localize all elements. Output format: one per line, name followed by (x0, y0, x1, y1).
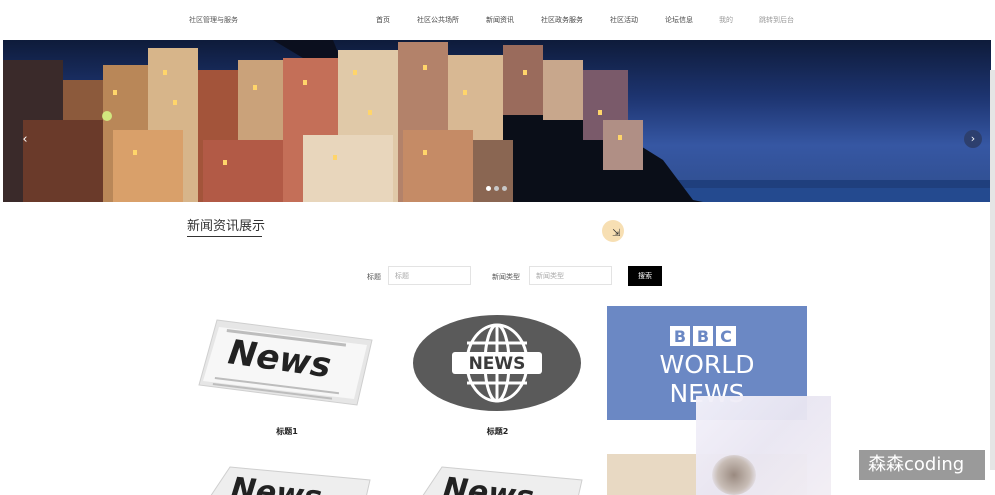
title-search-label: 标题 (367, 273, 381, 281)
news-card-image: News (200, 462, 375, 495)
news-card[interactable]: News (200, 462, 375, 495)
watermark: 森森coding (859, 450, 985, 480)
site-title[interactable]: 社区管理与服务 (189, 15, 238, 25)
carousel-dot[interactable] (502, 186, 507, 191)
svg-text:B: B (697, 327, 709, 346)
carousel-prev-icon[interactable]: ‹ (17, 132, 33, 148)
carousel-indicators (486, 186, 507, 191)
top-navbar: 社区管理与服务 首页 社区公共场所 新闻资讯 社区政务服务 社区活动 论坛信息 … (0, 0, 995, 40)
nav-gov-services[interactable]: 社区政务服务 (541, 15, 583, 25)
search-button[interactable]: 搜索 (628, 266, 662, 286)
news-card-image: News (412, 462, 587, 495)
news-card[interactable]: News (412, 462, 587, 495)
nav-news[interactable]: 新闻资讯 (486, 15, 514, 25)
nav-public-places[interactable]: 社区公共场所 (417, 15, 459, 25)
carousel-next-icon[interactable]: › (964, 130, 982, 148)
type-search-input[interactable] (529, 266, 612, 285)
svg-text:NEWS: NEWS (469, 354, 526, 374)
section-underline (187, 236, 262, 237)
banner-image (3, 40, 991, 202)
news-card-image: NEWS (400, 305, 595, 420)
news-card-title[interactable]: 标题2 (400, 426, 595, 437)
svg-text:C: C (720, 327, 732, 346)
nav-admin[interactable]: 跳转到后台 (759, 15, 794, 25)
banner-carousel: ‹ › (3, 40, 991, 202)
nav-mine[interactable]: 我的 (719, 15, 733, 25)
news-card-title[interactable]: 标题1 (187, 426, 387, 437)
page-scrollbar[interactable] (990, 70, 995, 470)
type-search-label: 新闻类型 (492, 273, 520, 281)
bbc-world-text: WORLD (660, 350, 755, 379)
carousel-dot[interactable] (486, 186, 491, 191)
carousel-dot[interactable] (494, 186, 499, 191)
nav-forum[interactable]: 论坛信息 (665, 15, 693, 25)
mouse-cursor-icon: ⇲ (612, 228, 621, 239)
news-card[interactable]: News 标题1 (187, 305, 387, 440)
news-card[interactable]: NEWS 标题2 (400, 305, 595, 440)
title-search-input[interactable] (388, 266, 471, 285)
nav-activities[interactable]: 社区活动 (610, 15, 638, 25)
svg-text:B: B (674, 327, 686, 346)
news-card-image: News (187, 305, 387, 420)
section-title: 新闻资讯展示 (187, 219, 266, 234)
nav-home[interactable]: 首页 (376, 15, 390, 25)
blurred-avatar (712, 455, 756, 495)
